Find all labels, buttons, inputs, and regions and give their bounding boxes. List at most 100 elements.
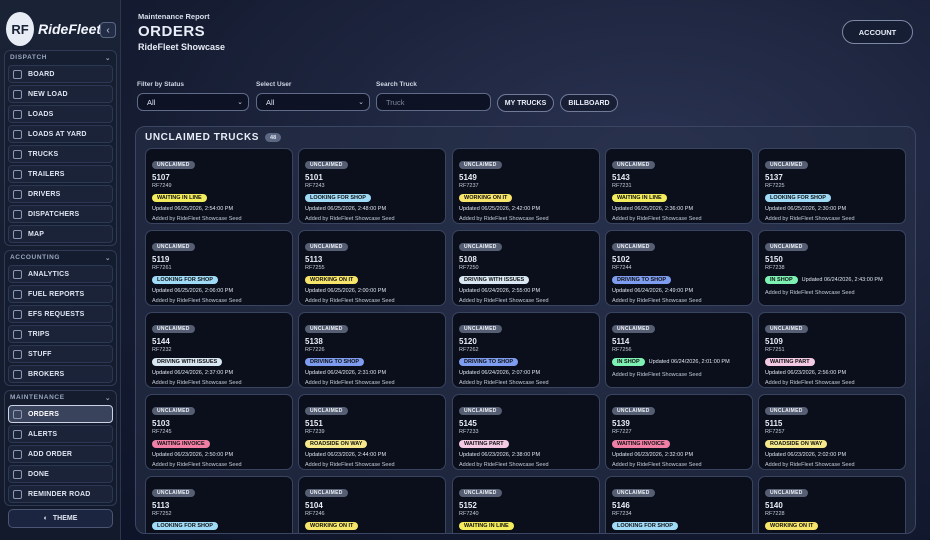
- truck-card[interactable]: UNCLAIMED 5143 RF7231 WAITING IN LINE Update…: [605, 148, 753, 224]
- folder-icon: [13, 349, 22, 359]
- status-badge: WAITING INVOICE: [612, 439, 670, 448]
- page-header: Maintenance Report ORDERS RideFleet Show…: [138, 12, 225, 52]
- truck-card[interactable]: UNCLAIMED 5149 RF7237 WORKING ON IT Updated …: [452, 148, 600, 224]
- sidebar-item-trailers[interactable]: TRAILERS: [8, 165, 113, 183]
- fleet-id: RF7228: [765, 511, 785, 517]
- status-badge: ROADSIDE ON WAY: [765, 439, 828, 448]
- truck-card[interactable]: UNCLAIMED 5145 RF7233 WAITING PART Updated 0…: [452, 394, 600, 470]
- sidebar-item-loads-at-yard[interactable]: LOADS AT YARD: [8, 125, 113, 143]
- sidebar-item-done[interactable]: DONE: [8, 465, 113, 483]
- sidebar-item-trucks[interactable]: TRUCKS: [8, 145, 113, 163]
- user-filter-select[interactable]: All ⌄: [256, 93, 370, 111]
- truck-card[interactable]: UNCLAIMED 5107 RF7249 WAITING IN LINE Update…: [145, 148, 293, 224]
- sidebar-item-alerts[interactable]: ALERTS: [8, 425, 113, 443]
- truck-card[interactable]: UNCLAIMED5152RF7240WAITING IN LINEUpdate…: [452, 476, 600, 533]
- chevron-down-icon: ⌄: [104, 395, 111, 402]
- truck-card[interactable]: UNCLAIMED 5144 RF7232 DRIVING WITH ISSUES Up…: [145, 312, 293, 388]
- fleet-id: RF7238: [765, 265, 785, 271]
- added-by: Added by RideFleet Showcase Seed: [612, 216, 702, 222]
- fleet-id: RF7234: [612, 511, 632, 517]
- status-badge: LOOKING FOR SHOP: [765, 193, 831, 202]
- truck-number: 5108: [459, 255, 477, 264]
- updated-timestamp: Updated 06/25/2026, 2:48:00 PM: [305, 206, 387, 212]
- truck-card[interactable]: UNCLAIMED 5119 RF7261 LOOKING FOR SHOP Updat…: [145, 230, 293, 306]
- plus-icon: [13, 449, 22, 459]
- unclaimed-tag: UNCLAIMED: [459, 407, 502, 415]
- sidebar-item-brokers[interactable]: BROKERS: [8, 365, 113, 383]
- status-badge: WORKING ON IT: [305, 275, 359, 284]
- sidebar-item-dispatchers[interactable]: DISPATCHERS: [8, 205, 113, 223]
- sidebar-item-orders[interactable]: ORDERS: [8, 405, 113, 423]
- status-badge: WORKING ON IT: [765, 521, 819, 530]
- billboard-button[interactable]: BILLBOARD: [560, 94, 618, 112]
- sidebar-item-map[interactable]: MAP: [8, 225, 113, 243]
- sidebar-item-label: ANALYTICS: [28, 270, 70, 278]
- truck-number: 5149: [459, 173, 477, 182]
- fleet-id: RF7227: [612, 429, 632, 435]
- truck-card[interactable]: UNCLAIMED 5120 RF7262 DRIVING TO SHOP Update…: [452, 312, 600, 388]
- added-by: Added by RideFleet Showcase Seed: [305, 380, 395, 386]
- added-by: Added by RideFleet Showcase Seed: [612, 298, 702, 304]
- truck-card[interactable]: UNCLAIMED 5113 RF7255 WORKING ON IT Updated …: [298, 230, 446, 306]
- search-truck-input[interactable]: Truck: [376, 93, 491, 111]
- status-badge: WAITING INVOICE: [152, 439, 210, 448]
- unclaimed-tag: UNCLAIMED: [459, 325, 502, 333]
- truck-card[interactable]: UNCLAIMED 5150 RF7238 IN SHOP Updated 06/24/…: [758, 230, 906, 306]
- truck-card[interactable]: UNCLAIMED 5102 RF7244 DRIVING TO SHOP Update…: [605, 230, 753, 306]
- sidebar-item-new-load[interactable]: NEW LOAD: [8, 85, 113, 103]
- sidebar-item-add-order[interactable]: ADD ORDER: [8, 445, 113, 463]
- truck-card[interactable]: UNCLAIMED5113RF7252LOOKING FOR SHOPUpdat…: [145, 476, 293, 533]
- truck-card[interactable]: UNCLAIMED 5114 RF7256 IN SHOP Updated 06/24/…: [605, 312, 753, 388]
- fuel-icon: [13, 289, 22, 299]
- status-filter-label: Filter by Status: [137, 81, 184, 88]
- truck-card[interactable]: UNCLAIMED5146RF7234LOOKING FOR SHOPUpdat…: [605, 476, 753, 533]
- sidebar-item-reminder-road[interactable]: REMINDER ROAD: [8, 485, 113, 503]
- status-badge: WAITING IN LINE: [612, 193, 667, 202]
- truck-card[interactable]: UNCLAIMED 5151 RF7239 ROADSIDE ON WAY Update…: [298, 394, 446, 470]
- updated-timestamp: Updated 06/24/2026, 2:43:00 PM: [801, 276, 883, 283]
- sidebar-item-fuel-reports[interactable]: FUEL REPORTS: [8, 285, 113, 303]
- truck-number: 5144: [152, 337, 170, 346]
- sidebar-item-drivers[interactable]: DRIVERS: [8, 185, 113, 203]
- sidebar-item-efs-requests[interactable]: EFS REQUESTS: [8, 305, 113, 323]
- status-badge: IN SHOP: [612, 357, 645, 366]
- sidebar-section-title[interactable]: ACCOUNTING ⌄: [5, 251, 116, 264]
- sidebar-item-label: BROKERS: [28, 370, 65, 378]
- added-by: Added by RideFleet Showcase Seed: [765, 290, 855, 296]
- fleet-id: RF7256: [612, 347, 632, 353]
- updated-timestamp: Updated 06/25/2026, 2:36:00 PM: [612, 206, 694, 212]
- updated-timestamp: Updated 06/23/2026, 2:44:00 PM: [305, 452, 387, 458]
- truck-card[interactable]: UNCLAIMED 5101 RF7243 LOOKING FOR SHOP Updat…: [298, 148, 446, 224]
- status-filter-select[interactable]: All ⌄: [137, 93, 249, 111]
- truck-card[interactable]: UNCLAIMED 5108 RF7250 DRIVING WITH ISSUES Up…: [452, 230, 600, 306]
- sidebar-item-stuff[interactable]: STUFF: [8, 345, 113, 363]
- fleet-id: RF7246: [305, 511, 325, 517]
- unclaimed-tag: UNCLAIMED: [459, 243, 502, 251]
- status-badge: WAITING IN LINE: [152, 193, 207, 202]
- theme-button[interactable]: ◐ THEME: [8, 509, 113, 528]
- added-by: Added by RideFleet Showcase Seed: [152, 462, 242, 468]
- truck-card[interactable]: UNCLAIMED 5137 RF7225 LOOKING FOR SHOP Updat…: [758, 148, 906, 224]
- added-by: Added by RideFleet Showcase Seed: [765, 462, 855, 468]
- sidebar-item-board[interactable]: BOARD: [8, 65, 113, 83]
- sidebar-item-trips[interactable]: TRIPS: [8, 325, 113, 343]
- sidebar-item-loads[interactable]: LOADS: [8, 105, 113, 123]
- sidebar-section-title[interactable]: DISPATCH ⌄: [5, 51, 116, 64]
- updated-timestamp: Updated 06/24/2026, 2:01:00 PM: [648, 358, 730, 365]
- chevron-left-icon[interactable]: ‹: [100, 22, 116, 38]
- sidebar-item-label: MAP: [28, 230, 45, 238]
- updated-timestamp: Updated 06/25/2026, 2:00:00 PM: [305, 288, 387, 294]
- truck-card[interactable]: UNCLAIMED 5109 RF7251 WAITING PART Updated 0…: [758, 312, 906, 388]
- truck-card[interactable]: UNCLAIMED5104RF7246WORKING ON ITUpdated …: [298, 476, 446, 533]
- truck-card[interactable]: UNCLAIMED 5138 RF7226 DRIVING TO SHOP Update…: [298, 312, 446, 388]
- truck-card[interactable]: UNCLAIMED 5103 RF7245 WAITING INVOICE Update…: [145, 394, 293, 470]
- truck-card[interactable]: UNCLAIMED5140RF7228WORKING ON ITUpdated …: [758, 476, 906, 533]
- status-badge: ROADSIDE ON WAY: [305, 439, 368, 448]
- truck-card[interactable]: UNCLAIMED 5115 RF7257 ROADSIDE ON WAY Update…: [758, 394, 906, 470]
- account-button[interactable]: ACCOUNT: [842, 20, 913, 44]
- truck-card[interactable]: UNCLAIMED 5139 RF7227 WAITING INVOICE Update…: [605, 394, 753, 470]
- sidebar-item-analytics[interactable]: ANALYTICS: [8, 265, 113, 283]
- sidebar-section-title[interactable]: MAINTENANCE ⌄: [5, 391, 116, 404]
- search-truck-label: Search Truck: [376, 81, 417, 88]
- my-trucks-button[interactable]: MY TRUCKS: [497, 94, 554, 112]
